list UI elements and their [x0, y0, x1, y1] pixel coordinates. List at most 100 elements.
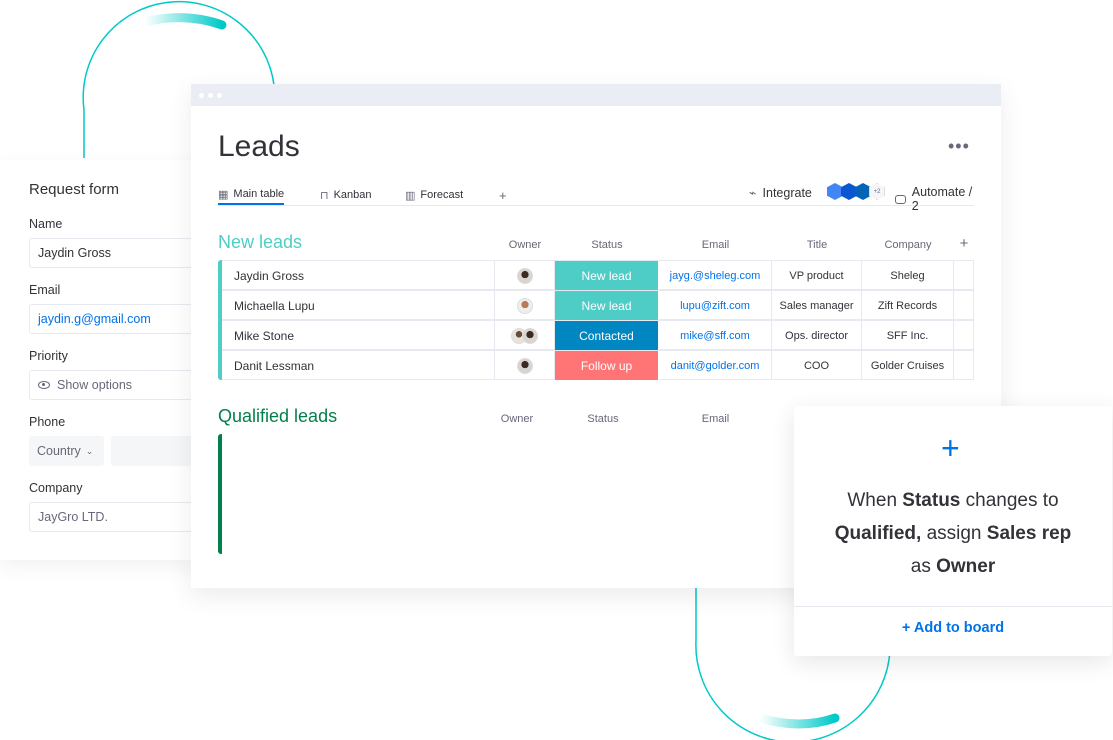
integrate-label: Integrate [762, 185, 812, 200]
owner-cell[interactable] [495, 261, 555, 290]
owner-cell[interactable] [495, 321, 555, 350]
empty-cell [954, 351, 974, 380]
form-title: Request form [29, 181, 120, 198]
window-titlebar [191, 84, 1001, 106]
title-cell[interactable]: Sales manager [772, 291, 862, 320]
tab-main-table[interactable]: ▦ Main table [218, 185, 285, 205]
lead-name-cell[interactable]: Danit Lessman [222, 351, 495, 380]
empty-cell [954, 291, 974, 320]
add-to-board-button[interactable]: + Add to board [794, 620, 1112, 636]
col-status: Status [591, 239, 623, 251]
recipe-keyword: Qualified, [834, 523, 922, 544]
owner-cell[interactable] [495, 291, 555, 320]
automate-button[interactable]: Automate / 2 [895, 185, 974, 213]
group-title-new-leads: New leads [218, 232, 303, 252]
country-text: Country [37, 444, 81, 458]
empty-cell [954, 321, 974, 350]
chevron-down-icon: ⌄ [85, 445, 94, 456]
avatar [516, 297, 533, 314]
email-label: Email [29, 283, 61, 297]
automation-recipe-card: + When Status changes to Qualified, assi… [794, 406, 1112, 656]
col-email: Email [701, 413, 730, 425]
email-cell[interactable]: jayg.@sheleg.com [659, 261, 772, 290]
recipe-keyword: Sales rep [986, 523, 1072, 544]
tab-label: Kanban [333, 189, 372, 201]
col-status: Status [587, 413, 619, 425]
col-owner: Owner [508, 239, 542, 251]
name-field[interactable]: Jaydin Gross [29, 238, 209, 268]
priority-field[interactable]: Show options [29, 370, 209, 400]
window-dot [217, 92, 222, 98]
robot-icon [895, 194, 906, 204]
divider [794, 606, 1112, 607]
col-company: Company [884, 239, 932, 251]
tab-kanban[interactable]: ⊓ Kanban [320, 185, 372, 205]
company-cell[interactable]: Zift Records [862, 291, 954, 320]
lead-name-cell[interactable]: Mike Stone [222, 321, 495, 350]
phone-label: Phone [29, 415, 66, 429]
lead-name-cell[interactable]: Michaella Lupu [222, 291, 495, 320]
show-options-text: Show options [57, 378, 133, 392]
country-select[interactable]: Country ⌄ [29, 436, 104, 466]
outlook-app-icon [855, 183, 871, 200]
automate-label: Automate / 2 [911, 185, 973, 213]
tab-label: Main table [233, 188, 285, 200]
col-owner: Owner [500, 413, 534, 425]
group-color-bar [218, 434, 222, 554]
lead-name-cell[interactable]: Jaydin Gross [222, 261, 495, 290]
empty-cell [954, 261, 974, 290]
recipe-keyword: Owner [936, 556, 996, 577]
table-row[interactable]: Jaydin Gross New lead jayg.@sheleg.com VP p… [222, 260, 974, 290]
email-cell[interactable]: mike@sff.com [659, 321, 772, 350]
integration-apps[interactable]: +2 [827, 183, 885, 200]
view-tabs: ▦ Main table ⊓ Kanban ▥ Forecast + ⌁ Int… [218, 182, 974, 213]
chart-icon: ▥ [405, 189, 416, 202]
company-cell[interactable]: Sheleg [862, 261, 954, 290]
tab-forecast[interactable]: ▥ Forecast [405, 185, 463, 205]
status-cell[interactable]: New lead [555, 291, 659, 320]
more-options-icon[interactable]: ••• [948, 136, 970, 157]
add-view-button[interactable]: + [499, 185, 507, 205]
plus-icon[interactable]: + [941, 430, 960, 467]
table-row[interactable]: Danit Lessman Follow up danit@golder.com CO… [222, 350, 974, 380]
email-field[interactable]: jaydin.g@gmail.com [29, 304, 209, 334]
eye-icon [38, 381, 50, 389]
status-cell[interactable]: Follow up [555, 351, 659, 380]
app-icon [841, 183, 857, 200]
window-dot [199, 92, 204, 98]
title-cell[interactable]: VP product [772, 261, 862, 290]
status-cell[interactable]: Contacted [555, 321, 659, 350]
avatar [516, 357, 533, 374]
recipe-text: changes to [960, 490, 1059, 511]
add-column-button[interactable]: + [954, 235, 974, 252]
table-row[interactable]: Michaella Lupu New lead lupu@zift.com Sales… [222, 290, 974, 320]
plug-icon: ⌁ [749, 186, 757, 200]
table-icon: ▦ [218, 188, 229, 201]
company-field[interactable]: JayGro LTD. [29, 502, 209, 532]
window-dot [208, 92, 213, 98]
title-cell[interactable]: COO [772, 351, 862, 380]
table-row[interactable]: Mike Stone Contacted mike@sff.com Ops. dire… [222, 320, 974, 350]
title-cell[interactable]: Ops. director [772, 321, 862, 350]
col-email: Email [701, 239, 730, 251]
group-title-qualified-leads: Qualified leads [218, 406, 338, 426]
owner-cell[interactable] [495, 351, 555, 380]
recipe-text: assign [921, 523, 987, 544]
kanban-icon: ⊓ [320, 189, 329, 202]
integrate-button[interactable]: ⌁ Integrate [749, 185, 812, 201]
name-label: Name [29, 217, 63, 231]
status-cell[interactable]: New lead [555, 261, 659, 290]
recipe-keyword: Status [902, 490, 961, 511]
company-cell[interactable]: Golder Cruises [862, 351, 954, 380]
automation-recipe-text: When Status changes to Qualified, assign… [794, 484, 1112, 583]
calendar-app-icon [827, 183, 843, 200]
company-cell[interactable]: SFF Inc. [862, 321, 954, 350]
board-title: Leads [218, 130, 300, 163]
company-label: Company [29, 481, 83, 495]
recipe-text: When [847, 490, 903, 511]
more-apps-badge: +2 [869, 183, 885, 200]
avatar [516, 267, 533, 284]
email-cell[interactable]: danit@golder.com [659, 351, 772, 380]
email-cell[interactable]: lupu@zift.com [659, 291, 772, 320]
col-title: Title [806, 239, 828, 251]
